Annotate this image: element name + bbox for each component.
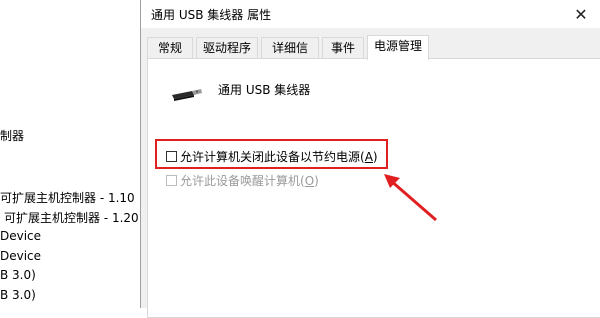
list-item[interactable]: Device [0,249,41,263]
allow-wake-option[interactable]: 允许此设备唤醒计算机(O) [166,172,319,189]
list-item[interactable]: 可扩展主机控制器 - 1.20 [4,209,139,226]
allow-wake-checkbox[interactable] [166,175,177,186]
list-item[interactable]: 制器 [0,127,24,144]
usb-device-icon [172,89,202,101]
close-icon: ✕ [574,4,588,24]
tab-details[interactable]: 详细信息 [261,37,319,75]
title-bar[interactable]: 通用 USB 集线器 属性 ✕ [141,0,600,28]
list-item[interactable]: B 3.0) [0,268,36,282]
list-item[interactable]: B 3.0) [0,288,36,302]
allow-turn-off-checkbox[interactable] [166,151,177,162]
close-button[interactable]: ✕ [561,0,600,28]
list-item[interactable]: Device [0,229,41,243]
tab-driver[interactable]: 驱动程序 [196,37,258,59]
device-manager-list: 制器 可扩展主机控制器 - 1.10 可扩展主机控制器 - 1.20 Devic… [0,0,142,308]
power-management-panel: 通用 USB 集线器 允许计算机关闭此设备以节约电源(A) 允许此设备唤醒计算机… [147,58,600,318]
tab-events[interactable]: 事件 [322,37,364,59]
properties-dialog: 通用 USB 集线器 属性 ✕ 常规 驱动程序 详细信息 事件 电源管理 通用 … [140,0,600,318]
allow-turn-off-label: 允许计算机关闭此设备以节约电源(A) [180,150,378,164]
tab-power-management[interactable]: 电源管理 [367,35,429,60]
allow-wake-label: 允许此设备唤醒计算机(O) [180,174,319,188]
list-item[interactable]: 可扩展主机控制器 - 1.10 [0,189,135,206]
tab-general[interactable]: 常规 [147,37,193,59]
device-name: 通用 USB 集线器 [218,83,311,97]
arrow-icon [384,174,437,222]
dialog-title: 通用 USB 集线器 属性 [151,8,272,22]
allow-turn-off-option[interactable]: 允许计算机关闭此设备以节约电源(A) [166,148,378,165]
